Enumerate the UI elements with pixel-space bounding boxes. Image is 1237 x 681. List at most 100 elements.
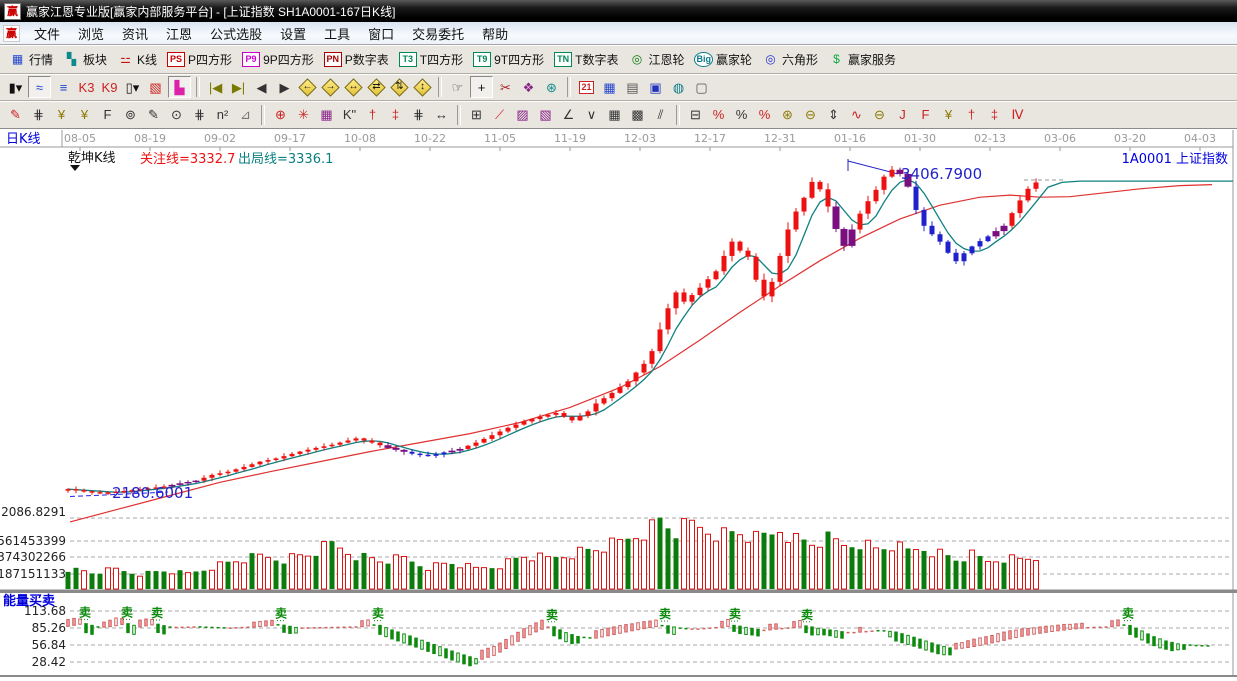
menu-item-file[interactable]: 文件	[25, 22, 69, 45]
toolbar-item-winner-wheel[interactable]: Big赢家轮	[689, 49, 757, 70]
menu-item-news[interactable]: 资讯	[113, 22, 157, 45]
menu-item-window[interactable]: 窗口	[359, 22, 403, 45]
calendar-21-button[interactable]: 21	[576, 77, 597, 97]
menu-item-gann[interactable]: 江恩	[157, 22, 201, 45]
gold-line-2-button[interactable]: ⊖	[869, 105, 890, 125]
next-bar-button[interactable]: ▶	[274, 77, 295, 97]
toolbar-item-winner-service[interactable]: $赢家服务	[823, 49, 901, 70]
angle-lines-button[interactable]: ∠	[558, 105, 579, 125]
gold-angle-button[interactable]: ¥	[938, 105, 959, 125]
menu-item-settings[interactable]: 设置	[271, 22, 315, 45]
compress-vertical-diamond-button[interactable]: ⇅	[389, 77, 410, 97]
star-grid-button[interactable]: ✳	[293, 105, 314, 125]
period-daily-dropdown-button[interactable]: ▮▾	[5, 77, 26, 97]
volume-profile-button[interactable]: ▙	[168, 76, 191, 98]
cut-lines-button[interactable]: ✂	[495, 77, 516, 97]
net-sync-button[interactable]: ◍	[668, 77, 689, 97]
gold-ruler-1-button[interactable]: ¥	[51, 105, 72, 125]
crosshair-circle-button[interactable]: ⊕	[270, 105, 291, 125]
toolbar-item-p-square[interactable]: PSP四方形	[162, 49, 237, 70]
marker-pen-button[interactable]: ✎	[5, 105, 26, 125]
wave-channel-button[interactable]: ∿	[846, 105, 867, 125]
toolbar-item-9t-square[interactable]: T99T四方形	[468, 49, 549, 70]
ying-angle-button[interactable]: ‡	[984, 105, 1005, 125]
j-angle-button[interactable]: J	[892, 105, 913, 125]
volume-bar	[130, 574, 135, 589]
percent-button[interactable]: %	[731, 105, 752, 125]
menu-item-browse[interactable]: 浏览	[69, 22, 113, 45]
shift-left-diamond-button[interactable]: ←	[297, 77, 318, 97]
gold-circle-button[interactable]: ⊛	[777, 105, 798, 125]
box-anchor-button[interactable]: ⊞	[466, 105, 487, 125]
toolbar-item-kline[interactable]: ⚍K线	[112, 49, 162, 70]
date-label: 11-05	[484, 132, 516, 145]
parallel-lines-button[interactable]: ⫽	[650, 105, 671, 125]
purple-grid-fan-button[interactable]: ▧	[535, 105, 556, 125]
toolbar-item-hexagon[interactable]: ◎六角形	[757, 49, 823, 70]
volume-bar	[154, 571, 159, 589]
pen-vertical-button[interactable]: ⇕	[823, 105, 844, 125]
toolbar-item-gann-wheel[interactable]: ◎江恩轮	[623, 49, 689, 70]
kline-3-button[interactable]: K3	[76, 77, 97, 97]
compress-diamond-button[interactable]: ⇄	[366, 77, 387, 97]
pattern-red-button[interactable]: ▧	[145, 77, 166, 97]
save-disk-button[interactable]: ▣	[645, 77, 666, 97]
n-square-button[interactable]: n²	[212, 105, 233, 125]
square-grid-purple-button[interactable]: ▦	[316, 105, 337, 125]
kline-style-dropdown-button[interactable]: ▯▾	[122, 77, 143, 97]
gold-line-button[interactable]: ⊖	[800, 105, 821, 125]
toolbar-item-p-number-table[interactable]: PNP数字表	[319, 49, 394, 70]
gold-ruler-2-button[interactable]: ¥	[74, 105, 95, 125]
dark-grid-2-button[interactable]: ▩	[627, 105, 648, 125]
menu-item-tools[interactable]: 工具	[315, 22, 359, 45]
spiral-tool-button[interactable]: ⊚	[120, 105, 141, 125]
k-note-button[interactable]: K"	[339, 105, 360, 125]
h-span-arrows-button[interactable]: ↔	[431, 105, 452, 125]
kline-9-button[interactable]: K9	[99, 77, 120, 97]
purple-box-fan-button[interactable]: ▨	[512, 105, 533, 125]
si-angle-button[interactable]: Ⅳ	[1007, 105, 1028, 125]
angle-flag-button[interactable]: ⊿	[235, 105, 256, 125]
toolbar-item-t-number-table[interactable]: TNT数字表	[549, 49, 623, 70]
menu-item-formula-stock-pick[interactable]: 公式选股	[201, 22, 271, 45]
plain-ruler-button[interactable]: ⋕	[189, 105, 210, 125]
toolbar-item-market-quotes[interactable]: ▦行情	[4, 49, 58, 70]
menu-item-help[interactable]: 帮助	[473, 22, 517, 45]
toolbar-item-sector-blocks[interactable]: ▚板块	[58, 49, 112, 70]
shift-right-diamond-button[interactable]: →	[320, 77, 341, 97]
first-page-button[interactable]: |◀	[205, 77, 226, 97]
cycle-clock-button[interactable]: ⊙	[166, 105, 187, 125]
expand-horizontal-diamond-button[interactable]: ↔	[343, 77, 364, 97]
expand-vertical-diamond-button[interactable]: ↕	[412, 77, 433, 97]
ying-tool-button[interactable]: ‡	[385, 105, 406, 125]
zigzag-chart-button[interactable]: ≈	[28, 76, 51, 98]
menu-item-trade-order[interactable]: 交易委托	[403, 22, 473, 45]
calculator-button[interactable]: ▦	[599, 77, 620, 97]
v-wave-button[interactable]: ∨	[581, 105, 602, 125]
red-fan-button[interactable]: ⟋	[489, 105, 510, 125]
memo-pad-button[interactable]: ▤	[622, 77, 643, 97]
percent-fan-button[interactable]: %	[708, 105, 729, 125]
dark-grid-1-button[interactable]: ▦	[604, 105, 625, 125]
prev-bar-button[interactable]: ◀	[251, 77, 272, 97]
percent-list-button[interactable]: ⊟	[685, 105, 706, 125]
toolbar-item-t-square[interactable]: T3T四方形	[394, 49, 468, 70]
drag-hand-button[interactable]: ☞	[447, 77, 468, 97]
info-list-button[interactable]: ≡	[53, 77, 74, 97]
crosshair-button[interactable]: +	[470, 76, 493, 98]
f-angle-button[interactable]: F	[915, 105, 936, 125]
brush-tool-button[interactable]: ✎	[143, 105, 164, 125]
gann-knot-purple-button[interactable]: ❖	[518, 77, 539, 97]
remote-pc-button[interactable]: ▢	[691, 77, 712, 97]
ruler-123-button[interactable]: ⋕	[408, 105, 429, 125]
toolbar-item-9p-square[interactable]: P99P四方形	[237, 49, 319, 70]
smart-brain-button[interactable]: ⊛	[541, 77, 562, 97]
kline-chart[interactable]: 卖卖卖卖卖卖卖卖卖卖08-0508-1909-0209-1710-0810-22…	[0, 129, 1237, 681]
percent-line-button[interactable]: %	[754, 105, 775, 125]
last-page-button[interactable]: ▶|	[228, 77, 249, 97]
shen-tool-button[interactable]: †	[362, 105, 383, 125]
shen-angle-button[interactable]: †	[961, 105, 982, 125]
f-ruler-button[interactable]: F	[97, 105, 118, 125]
gann-ruler-button[interactable]: ⋕	[28, 105, 49, 125]
title-bar[interactable]: 赢 赢家江恩专业版[赢家内部服务平台] - [上证指数 SH1A0001-167…	[0, 0, 1237, 22]
